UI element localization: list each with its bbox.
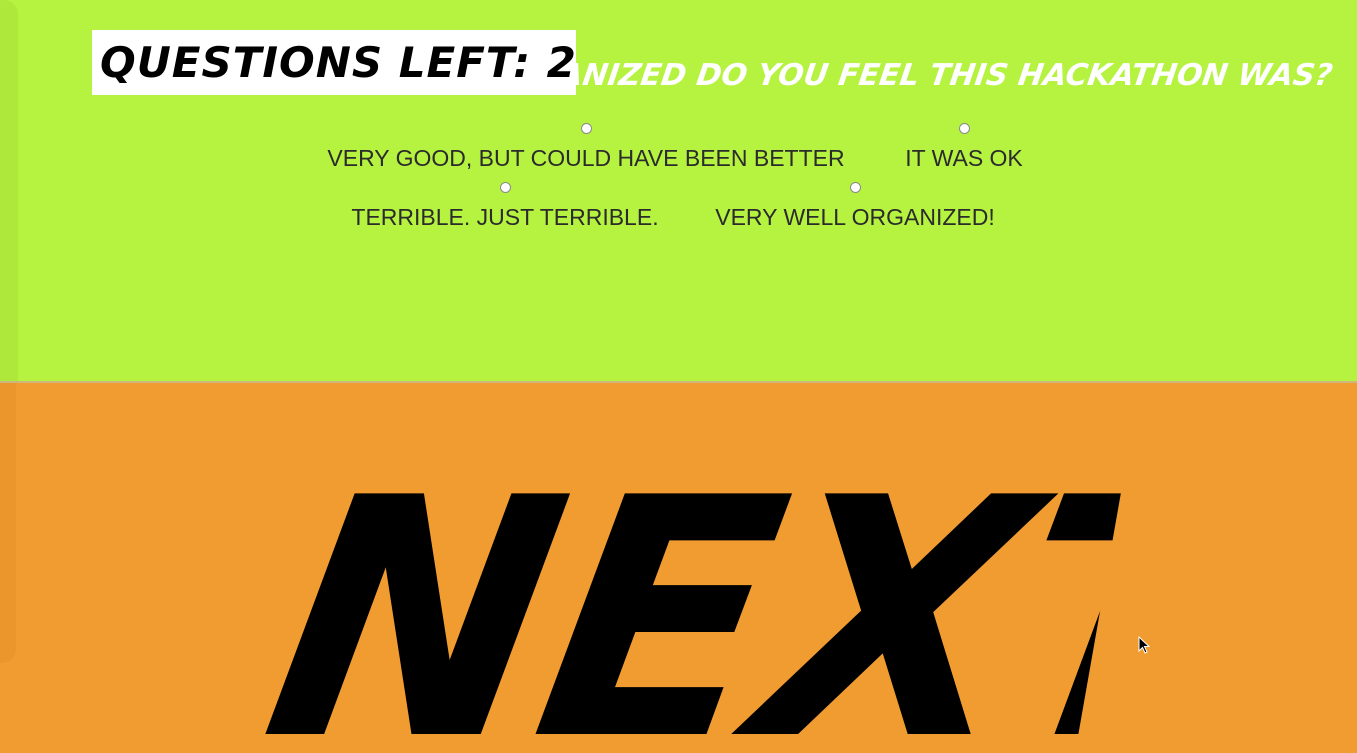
option-very-good-but-better[interactable]: VERY GOOD, BUT COULD HAVE BEEN BETTER <box>327 123 845 170</box>
option-it-was-ok[interactable]: IT WAS OK <box>905 123 1023 170</box>
option-radio[interactable] <box>499 182 511 193</box>
questions-left-counter: QUESTIONS LEFT: 20 <box>92 30 576 95</box>
question-panel: HOW WELL ORGANIZED DO YOU FEEL THIS HACK… <box>0 0 1357 381</box>
option-label: VERY GOOD, BUT COULD HAVE BEEN BETTER <box>327 145 845 171</box>
panel-edge <box>0 383 16 663</box>
option-radio[interactable] <box>958 123 970 134</box>
quiz-page: HOW WELL ORGANIZED DO YOU FEEL THIS HACK… <box>0 0 1357 753</box>
option-very-well-organized[interactable]: VERY WELL ORGANIZED! <box>714 182 996 229</box>
mouse-pointer-icon <box>1138 636 1150 654</box>
option-label: IT WAS OK <box>905 145 1023 171</box>
option-label: VERY WELL ORGANIZED! <box>715 204 995 230</box>
option-radio[interactable] <box>580 123 592 134</box>
next-button[interactable]: NEXT <box>255 470 1125 753</box>
panel-edge <box>0 0 18 381</box>
option-radio[interactable] <box>849 182 861 193</box>
option-terrible[interactable]: TERRIBLE. JUST TERRIBLE. <box>351 182 659 229</box>
option-label: TERRIBLE. JUST TERRIBLE. <box>351 204 659 230</box>
